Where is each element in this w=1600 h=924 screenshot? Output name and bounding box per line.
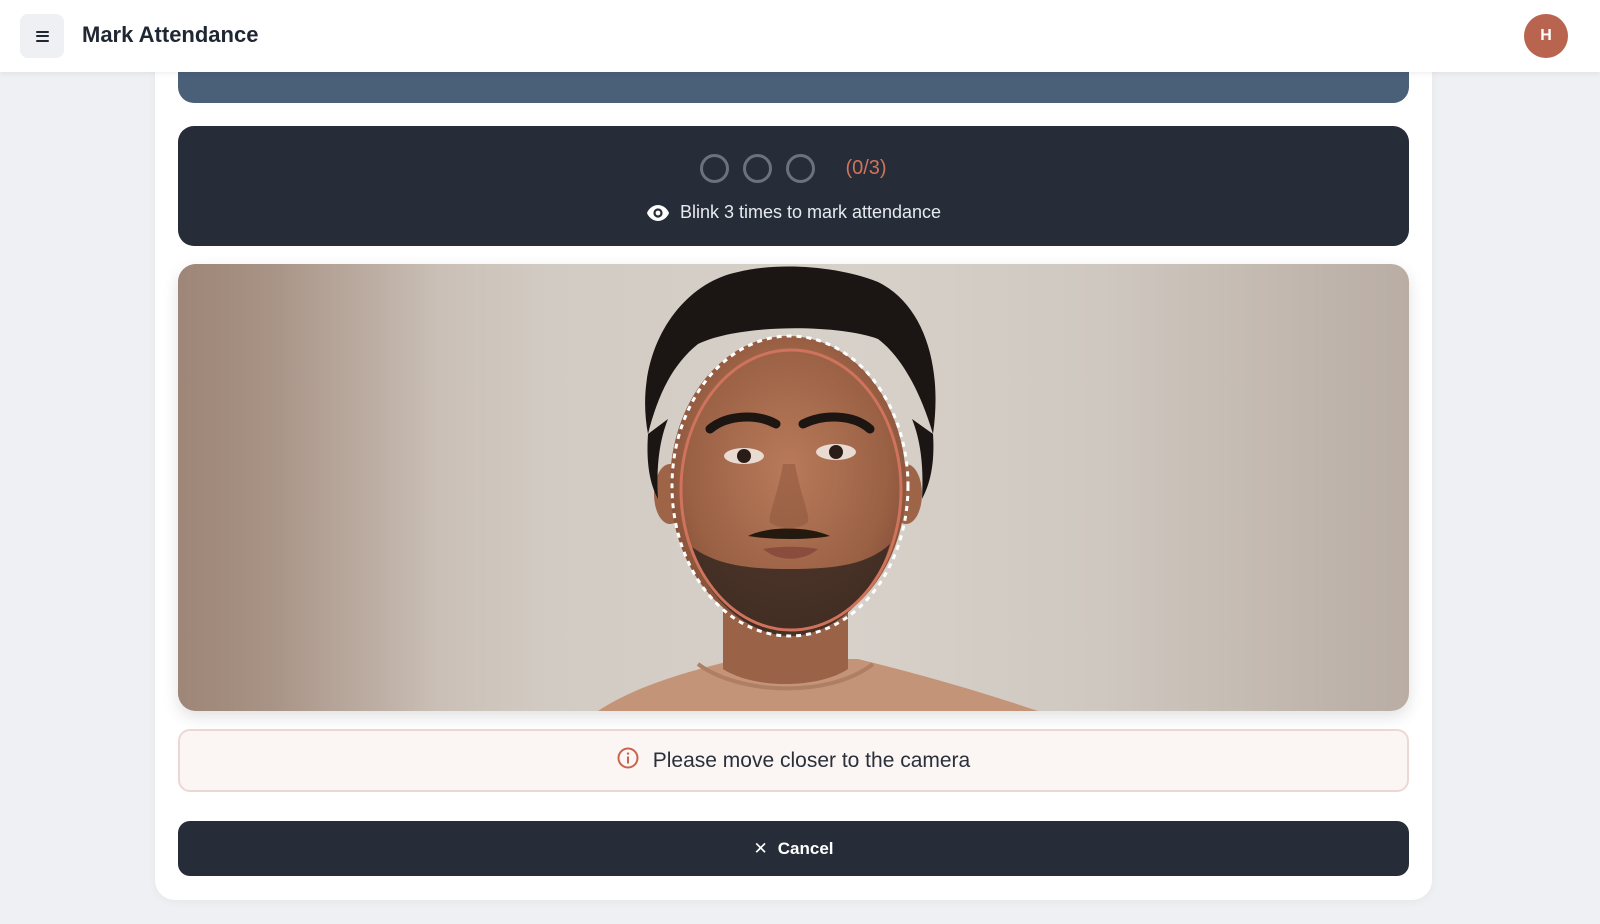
notice-text: Please move closer to the camera [652, 748, 971, 772]
blink-indicator-3 [786, 154, 816, 183]
blink-counter: (0/3) [845, 157, 887, 179]
cancel-button[interactable]: ✕ Cancel [178, 821, 1409, 876]
page-title: Mark Attendance [82, 22, 259, 47]
blink-instruction: Blink 3 times to mark attendance [178, 202, 1409, 223]
camera-notice: Please move closer to the camera [178, 729, 1409, 792]
eye-icon [646, 204, 670, 222]
instruction-text: Blink 3 times to mark attendance [679, 202, 942, 222]
blink-indicators: (0/3) [178, 154, 1409, 183]
blink-indicator-2 [743, 154, 773, 183]
user-avatar[interactable]: H [1524, 14, 1568, 58]
camera-feed [178, 264, 1409, 711]
menu-button[interactable] [20, 14, 64, 58]
cancel-label: Cancel [777, 838, 834, 858]
hamburger-icon [35, 30, 49, 42]
blink-indicator-1 [700, 154, 730, 183]
blink-progress-panel: (0/3) Blink 3 times to mark attendance [178, 126, 1409, 246]
info-icon [617, 747, 639, 775]
close-icon: ✕ [753, 838, 768, 858]
camera-frame-illustration [178, 264, 1038, 711]
app-header: Mark Attendance H [0, 0, 1600, 72]
